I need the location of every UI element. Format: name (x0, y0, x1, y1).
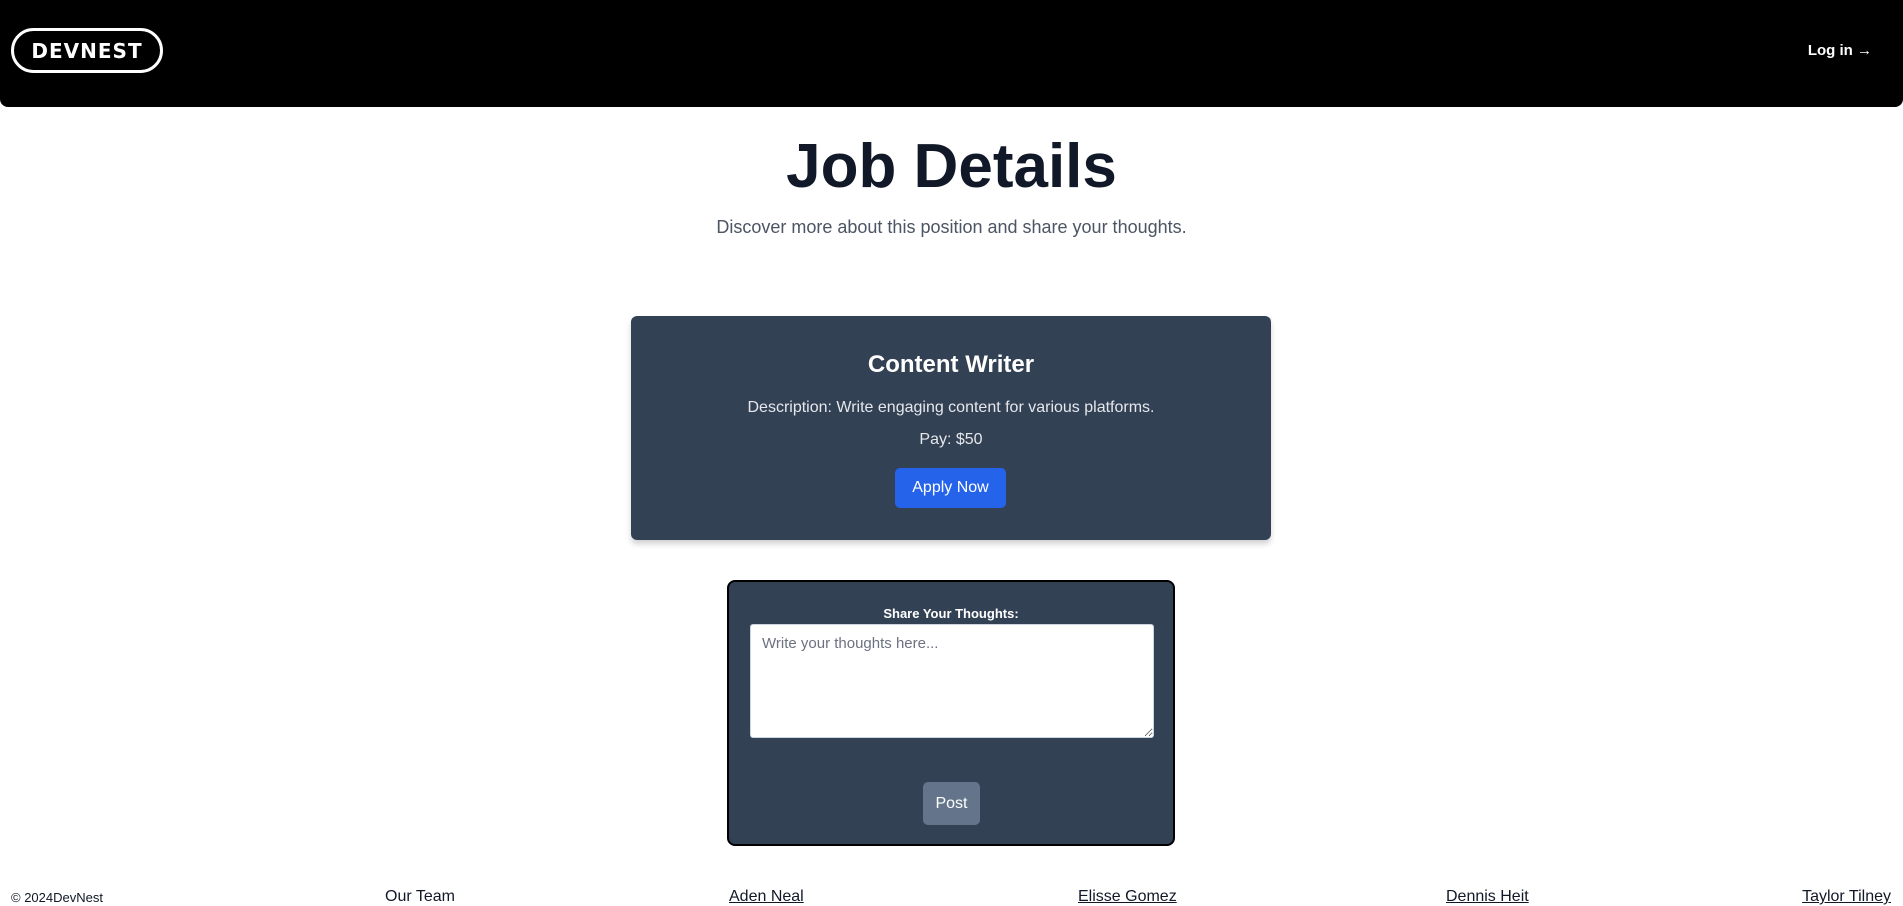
page: DEVNEST Log in → Job Details Discover mo… (0, 0, 1903, 906)
footer: © 2024DevNest Our Team Aden Neal Elisse … (0, 888, 1903, 906)
page-subtitle: Discover more about this position and sh… (716, 217, 1187, 237)
job-description: Description: Write engaging content for … (747, 399, 1155, 416)
our-team-label: Our Team (385, 888, 455, 905)
team-member-link-aden-neal[interactable]: Aden Neal (729, 888, 804, 906)
thoughts-textarea[interactable] (750, 624, 1154, 738)
copyright-text: © 2024DevNest (11, 890, 103, 905)
login-link[interactable]: Log in → (1808, 42, 1872, 59)
job-card: Content Writer Description: Write engagi… (631, 316, 1271, 540)
thoughts-label: Share Your Thoughts: (883, 606, 1019, 621)
devnest-logo[interactable]: DEVNEST (11, 28, 163, 73)
page-title: Job Details (786, 132, 1117, 201)
navbar: DEVNEST Log in → (0, 0, 1903, 107)
thoughts-form: Share Your Thoughts: Post (727, 580, 1175, 846)
team-member-link-elisse-gomez[interactable]: Elisse Gomez (1078, 888, 1177, 906)
apply-now-button[interactable]: Apply Now (895, 468, 1006, 508)
job-pay: Pay: $50 (919, 431, 983, 448)
team-member-link-dennis-heit[interactable]: Dennis Heit (1446, 888, 1529, 906)
job-title: Content Writer (867, 351, 1035, 378)
post-button[interactable]: Post (923, 782, 980, 825)
team-member-link-taylor-tilney[interactable]: Taylor Tilney (1802, 888, 1891, 906)
